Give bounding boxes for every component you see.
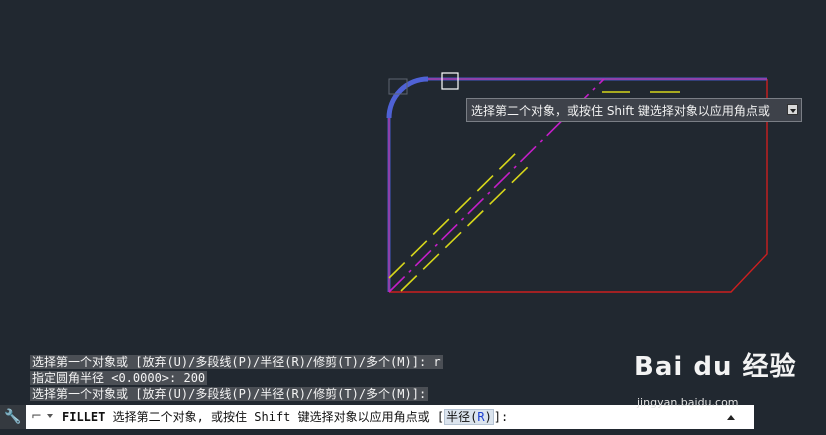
option-radius[interactable]: 半径(R) xyxy=(444,409,494,425)
hidden-line-upper[interactable] xyxy=(388,148,521,279)
prompt-suffix: ]: xyxy=(493,410,509,424)
command-prompt: 选择第二个对象, 或按住 Shift 键选择对象以应用角点或 xyxy=(112,410,430,424)
option-open-bracket: [ xyxy=(436,410,445,424)
watermark-logo: Bai du 经验 jingyan.baidu.com xyxy=(634,346,797,409)
option-key: R xyxy=(477,410,485,424)
fillet-preview-arc xyxy=(386,76,429,119)
chevron-down-icon[interactable] xyxy=(47,414,53,418)
up-arrow-icon[interactable] xyxy=(727,415,735,420)
option-label: 半径( xyxy=(446,410,478,424)
hidden-line-lower[interactable] xyxy=(400,161,534,292)
command-input[interactable]: FILLET 选择第二个对象, 或按住 Shift 键选择对象以应用角点或 [半… xyxy=(62,405,508,429)
history-line: 指定圆角半径 <0.0000>: 200 xyxy=(30,371,208,385)
tooltip-text: 选择第二个对象，或按住 Shift 键选择对象以应用角点或 xyxy=(471,104,770,118)
pickbox-cursor xyxy=(441,72,459,90)
command-name: FILLET xyxy=(62,410,106,424)
history-line: 选择第一个对象或 [放弃(U)/多段线(P)/半径(R)/修剪(T)/多个(M)… xyxy=(30,355,443,369)
history-line: 选择第一个对象或 [放弃(U)/多段线(P)/半径(R)/修剪(T)/多个(M)… xyxy=(30,387,429,401)
command-history: 选择第一个对象或 [放弃(U)/多段线(P)/半径(R)/修剪(T)/多个(M)… xyxy=(30,354,443,402)
option-close-paren: ) xyxy=(484,410,492,424)
watermark-brand: Bai du 经验 xyxy=(634,352,797,382)
dropdown-arrow-icon[interactable] xyxy=(787,104,798,115)
command-tooltip: 选择第二个对象，或按住 Shift 键选择对象以应用角点或 xyxy=(466,98,802,122)
watermark-url: jingyan.baidu.com xyxy=(637,396,739,409)
wrench-icon[interactable]: 🔧 xyxy=(0,405,26,429)
